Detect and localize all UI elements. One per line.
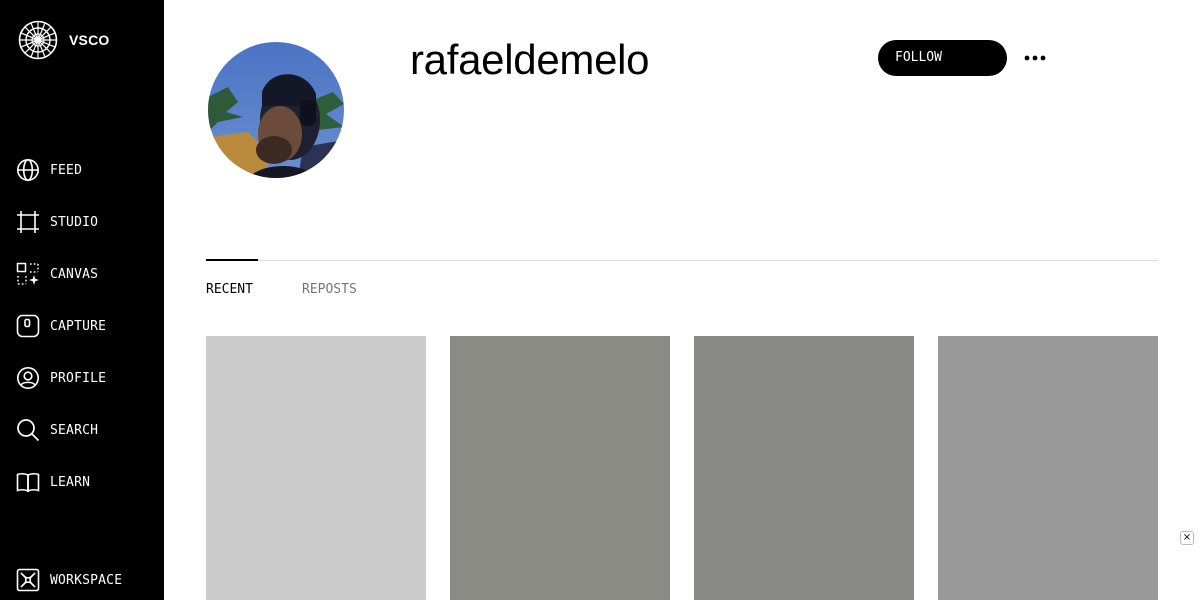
grid-image-1[interactable] [206,336,426,600]
nav-item-feed[interactable]: FEED [16,156,82,184]
follow-button[interactable]: FOLLOW [878,40,1007,76]
tab-reposts[interactable]: REPOSTS [302,282,357,297]
book-icon [16,470,40,494]
grid-image-2[interactable] [450,336,670,600]
nav-label-capture: CAPTURE [50,318,107,334]
nav-item-capture[interactable]: CAPTURE [16,312,106,340]
profile-username: rafaeldemelo [410,36,650,83]
more-options-button[interactable] [1024,48,1046,68]
nav-label-learn: LEARN [50,474,91,490]
camera-app-icon [16,314,40,338]
nav-item-profile[interactable]: PROFILE [16,364,106,392]
profile-main: rafaeldemelo FOLLOW RECENT REPOSTS [164,0,1200,600]
nav-label-workspace: WORKSPACE [50,572,123,588]
nav-label-studio: STUDIO [50,214,99,230]
close-icon[interactable]: × [1180,531,1194,545]
grid-image-3[interactable] [694,336,914,600]
nav-item-learn[interactable]: LEARN [16,468,90,496]
nav-item-studio[interactable]: STUDIO [16,208,98,236]
grid-image-4[interactable] [938,336,1158,600]
nav-label-feed: FEED [50,162,83,178]
nav-label-search: SEARCH [50,422,99,438]
tabs-divider [206,260,1158,261]
search-icon [16,418,40,442]
canvas-sparkle-icon [16,262,40,286]
profile-icon [16,366,40,390]
avatar[interactable] [208,42,344,178]
active-tab-indicator [206,259,258,261]
vsco-logo[interactable]: VSCO [18,20,109,60]
nav-item-workspace[interactable]: WORKSPACE [16,566,122,594]
globe-icon [16,158,40,182]
nav-label-profile: PROFILE [50,370,107,386]
logo-text: VSCO [69,32,110,48]
workspace-icon [16,568,40,592]
nav-item-canvas[interactable]: CANVAS [16,260,98,288]
nav-item-search[interactable]: SEARCH [16,416,98,444]
crop-frame-icon [16,210,40,234]
more-dots-icon [1024,55,1046,61]
vsco-logo-icon [18,20,58,60]
tab-recent[interactable]: RECENT [206,282,253,297]
sidebar: VSCO FEED STUDIO CANVAS CAPTURE PROFILE … [0,0,164,600]
avatar-photo [208,42,344,178]
nav-label-canvas: CANVAS [50,266,99,282]
